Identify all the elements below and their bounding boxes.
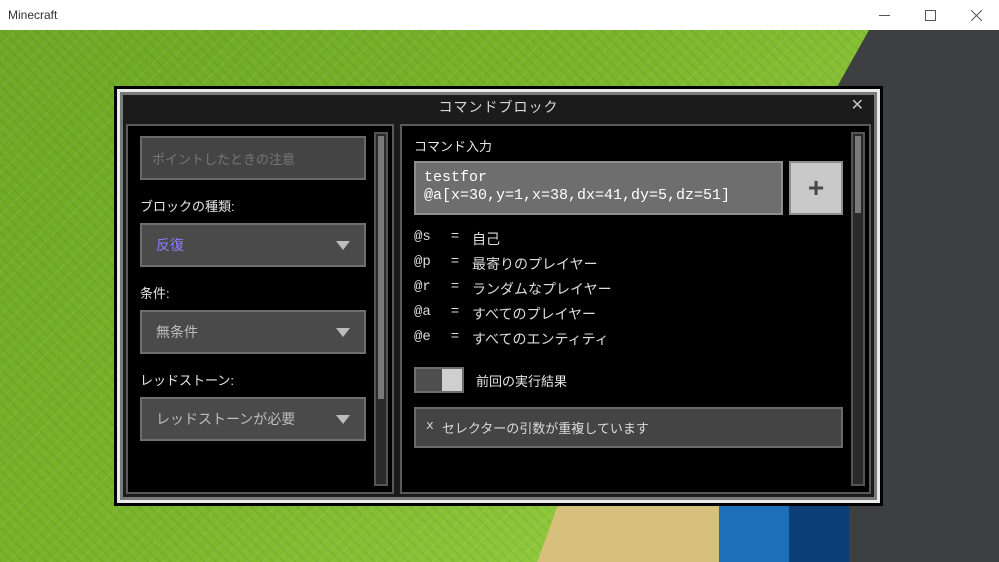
selector-help-p: @p=最寄りのプレイヤー xyxy=(414,254,843,274)
close-button[interactable] xyxy=(953,0,999,30)
command-error-box: x セレクターの引数が重複しています xyxy=(414,407,843,448)
error-x-icon: x xyxy=(426,418,434,433)
previous-output-toggle[interactable] xyxy=(414,367,464,393)
error-text: セレクターの引数が重複しています xyxy=(442,418,649,437)
command-value: testfor @a[x=30,y=1,x=38,dx=41,dy=5,dz=5… xyxy=(424,169,730,204)
chevron-down-icon xyxy=(336,241,350,250)
previous-output-row: 前回の実行結果 xyxy=(414,367,843,393)
chevron-down-icon xyxy=(336,328,350,337)
left-panel: ポイントしたときの注意 ブロックの種類: 反復 条件: 無条件 レッドストーン:… xyxy=(126,124,394,494)
left-scrollbar-thumb[interactable] xyxy=(378,136,384,399)
right-panel: コマンド入力 testfor @a[x=30,y=1,x=38,dx=41,dy… xyxy=(400,124,871,494)
game-viewport: コマンドブロック ✕ ポイントしたときの注意 ブロックの種類: 反復 条件: 無… xyxy=(0,30,999,562)
selector-help-a: @a=すべてのプレイヤー xyxy=(414,304,843,324)
right-scrollbar[interactable] xyxy=(851,132,865,486)
previous-output-label: 前回の実行結果 xyxy=(476,371,567,390)
hover-note-placeholder: ポイントしたときの注意 xyxy=(152,149,295,168)
redstone-value: レッドストーンが必要 xyxy=(156,409,295,429)
command-input-label: コマンド入力 xyxy=(414,136,843,155)
condition-label: 条件: xyxy=(140,283,366,302)
window-title: Minecraft xyxy=(0,8,57,22)
command-block-dialog: コマンドブロック ✕ ポイントしたときの注意 ブロックの種類: 反復 条件: 無… xyxy=(114,86,883,506)
minimize-button[interactable] xyxy=(861,0,907,30)
dialog-close-button[interactable]: ✕ xyxy=(851,97,865,115)
hover-note-input[interactable]: ポイントしたときの注意 xyxy=(140,136,366,180)
add-command-button[interactable]: + xyxy=(789,161,843,215)
block-type-value: 反復 xyxy=(156,235,184,255)
dialog-title: コマンドブロック xyxy=(439,99,559,115)
block-type-dropdown[interactable]: 反復 xyxy=(140,223,366,267)
selector-help-e: @e=すべてのエンティティ xyxy=(414,329,843,349)
dialog-title-bar: コマンドブロック ✕ xyxy=(126,98,871,124)
minimize-icon xyxy=(879,10,890,21)
left-scrollbar[interactable] xyxy=(374,132,388,486)
maximize-button[interactable] xyxy=(907,0,953,30)
selector-help-s: @s=自己 xyxy=(414,229,843,249)
selector-help-list: @s=自己 @p=最寄りのプレイヤー @r=ランダムなプレイヤー @a=すべての… xyxy=(414,229,843,349)
toggle-knob xyxy=(442,369,462,391)
selector-help-r: @r=ランダムなプレイヤー xyxy=(414,279,843,299)
block-type-label: ブロックの種類: xyxy=(140,196,366,215)
redstone-dropdown[interactable]: レッドストーンが必要 xyxy=(140,397,366,441)
window-controls xyxy=(861,0,999,30)
condition-dropdown[interactable]: 無条件 xyxy=(140,310,366,354)
redstone-label: レッドストーン: xyxy=(140,370,366,389)
chevron-down-icon xyxy=(336,415,350,424)
command-input[interactable]: testfor @a[x=30,y=1,x=38,dx=41,dy=5,dz=5… xyxy=(414,161,783,215)
plus-icon: + xyxy=(808,172,824,204)
close-icon xyxy=(971,10,982,21)
right-scrollbar-thumb[interactable] xyxy=(855,136,861,213)
condition-value: 無条件 xyxy=(156,322,198,342)
window-titlebar: Minecraft xyxy=(0,0,999,30)
maximize-icon xyxy=(925,10,936,21)
